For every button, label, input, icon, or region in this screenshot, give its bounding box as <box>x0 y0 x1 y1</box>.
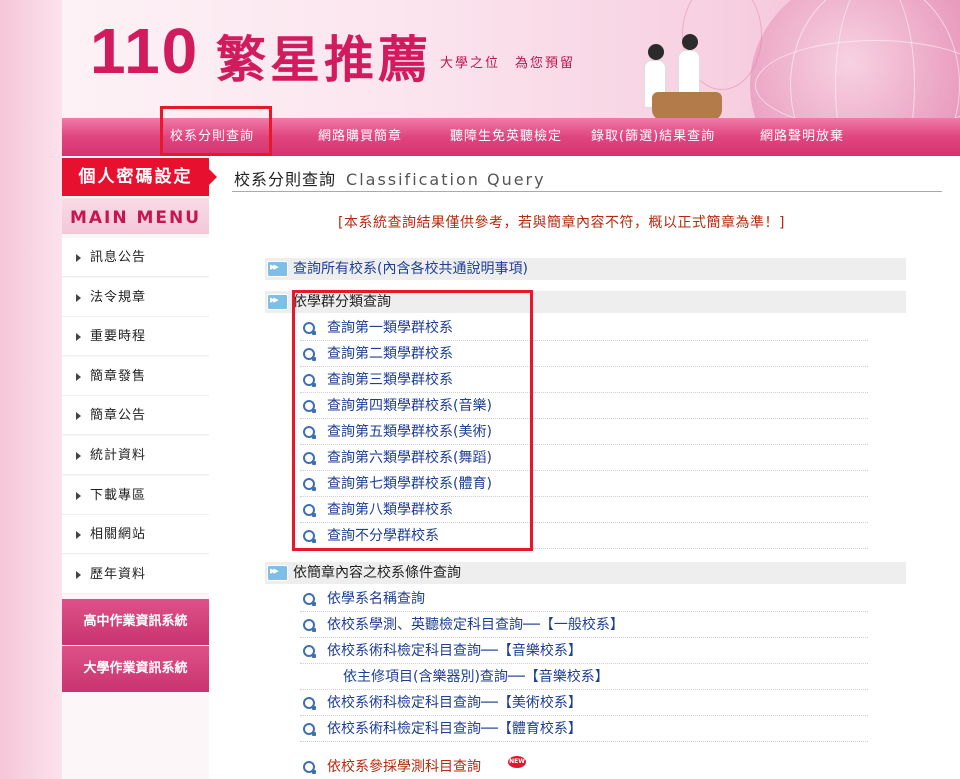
magnifier-icon <box>303 723 316 736</box>
condition-link-label[interactable]: 依校系術科檢定科目查詢──【體育校系】 <box>327 716 582 742</box>
magnifier-icon <box>303 619 316 632</box>
sidebar-item-label: 歷年資料 <box>90 567 147 582</box>
arrow-right-icon <box>76 411 81 420</box>
sidebar-item-label: 下載專區 <box>90 488 147 503</box>
balloon-basket <box>652 92 722 118</box>
nav-admission-results[interactable]: 錄取(篩選)結果查詢 <box>591 118 715 156</box>
condition-link-4[interactable]: 依主修項目(含樂器別)查詢──【音樂校系】 <box>300 664 868 690</box>
new-badge-icon: NEW <box>508 756 526 768</box>
condition-link-1[interactable]: 依學系名稱查詢 <box>300 586 868 612</box>
condition-link-label[interactable]: 依校系術科檢定科目查詢──【美術校系】 <box>327 690 582 716</box>
sidebar-item-label: 統計資料 <box>90 448 147 463</box>
password-settings-button[interactable]: 個人密碼設定 <box>62 158 217 196</box>
section-all-label[interactable]: 查詢所有校系(內含各校共通說明事項) <box>293 258 528 280</box>
sidebar-item-regulations[interactable]: 法令規章 <box>62 278 209 317</box>
title-divider <box>232 191 942 192</box>
sidebar-item-brochure-sale[interactable]: 簡章發售 <box>62 357 209 396</box>
nav-hearing-exempt[interactable]: 聽障生免英聽檢定 <box>450 118 562 156</box>
page-title-zh: 校系分則查詢 <box>234 170 337 189</box>
arrow-right-icon <box>76 293 81 302</box>
sidebar-item-schedule[interactable]: 重要時程 <box>62 317 209 356</box>
nav-highlight-box <box>160 106 272 156</box>
page-title-en: Classification Query <box>346 170 546 189</box>
condition-link-3[interactable]: 依校系術科檢定科目查詢──【音樂校系】 <box>300 638 868 664</box>
sidebar-item-downloads[interactable]: 下載專區 <box>62 476 209 515</box>
condition-link-2[interactable]: 依校系學測、英聽檢定科目查詢──【一般校系】 <box>300 612 868 638</box>
condition-link-7[interactable]: 依校系參採學測科目查詢 NEW <box>300 754 868 779</box>
fast-forward-icon <box>267 261 288 277</box>
site-year: 110 <box>90 15 200 87</box>
condition-link-6[interactable]: 依校系術科檢定科目查詢──【體育校系】 <box>300 716 868 742</box>
left-decorative-strip <box>0 0 62 779</box>
site-title: 繁星推薦 <box>216 30 432 89</box>
section-conditions-label: 依簡章內容之校系條件查詢 <box>293 565 461 581</box>
nav-buy-brochure[interactable]: 網路購買簡章 <box>318 118 402 156</box>
sidebar-item-label: 法令規章 <box>90 290 147 305</box>
condition-link-label[interactable]: 依校系參採學測科目查詢 <box>327 754 481 779</box>
page-title: 校系分則查詢 Classification Query <box>234 166 546 190</box>
magnifier-icon <box>303 761 316 774</box>
arrow-right-icon <box>76 570 81 579</box>
sidebar-item-label: 簡章公告 <box>90 408 147 423</box>
fast-forward-icon <box>267 565 288 581</box>
nav-online-waiver[interactable]: 網路聲明放棄 <box>760 118 844 156</box>
arrow-right-icon <box>76 372 81 381</box>
main-menu-heading: MAIN MENU <box>62 198 209 234</box>
arrow-right-icon <box>76 332 81 341</box>
magnifier-icon <box>303 593 316 606</box>
condition-link-label[interactable]: 依校系學測、英聽檢定科目查詢──【一般校系】 <box>327 612 624 638</box>
arrow-right-icon <box>76 451 81 460</box>
arrow-right-icon <box>76 530 81 539</box>
arrow-right-icon <box>76 491 81 500</box>
sidebar-item-label: 相關網站 <box>90 527 147 542</box>
section-by-conditions: 依簡章內容之校系條件查詢 <box>265 562 906 584</box>
sidebar: 個人密碼設定 MAIN MENU 訊息公告 法令規章 重要時程 簡章發售 簡章公… <box>62 156 217 779</box>
password-settings-label: 個人密碼設定 <box>78 167 193 187</box>
sidebar-item-past-data[interactable]: 歷年資料 <box>62 555 209 594</box>
magnifier-icon <box>303 645 316 658</box>
arrow-right-icon <box>76 253 81 262</box>
condition-link-label[interactable]: 依主修項目(含樂器別)查詢──【音樂校系】 <box>343 664 609 690</box>
disclaimer-notice: [本系統查詢結果僅供參考，若與簡章內容不符，概以正式簡章為準！] <box>338 215 785 231</box>
sidebar-item-brochure-notice[interactable]: 簡章公告 <box>62 396 209 435</box>
sidebar-item-related-sites[interactable]: 相關網站 <box>62 515 209 554</box>
triangle-pointer-icon <box>209 169 217 185</box>
sidebar-item-label: 重要時程 <box>90 329 147 344</box>
globe-graphic <box>750 0 960 118</box>
magnifier-icon <box>303 697 316 710</box>
header-banner: 110 繁星推薦 大學之位 為您預留 <box>62 0 960 118</box>
condition-link-label[interactable]: 依校系術科檢定科目查詢──【音樂校系】 <box>327 638 582 664</box>
condition-link-label[interactable]: 依學系名稱查詢 <box>327 586 425 612</box>
sidebar-item-label: 簡章發售 <box>90 369 147 384</box>
high-school-system-button[interactable]: 高中作業資訊系統 <box>62 599 209 645</box>
site-slogan: 大學之位 為您預留 <box>440 56 576 71</box>
sidebar-item-label: 訊息公告 <box>90 250 147 265</box>
sidebar-item-announcements[interactable]: 訊息公告 <box>62 238 209 277</box>
group-highlight-box <box>292 290 533 551</box>
section-all-departments[interactable]: 查詢所有校系(內含各校共通說明事項) <box>265 258 906 280</box>
fast-forward-icon <box>267 294 288 310</box>
university-system-button[interactable]: 大學作業資訊系統 <box>62 646 209 692</box>
sidebar-item-statistics[interactable]: 統計資料 <box>62 436 209 475</box>
condition-link-5[interactable]: 依校系術科檢定科目查詢──【美術校系】 <box>300 690 868 716</box>
